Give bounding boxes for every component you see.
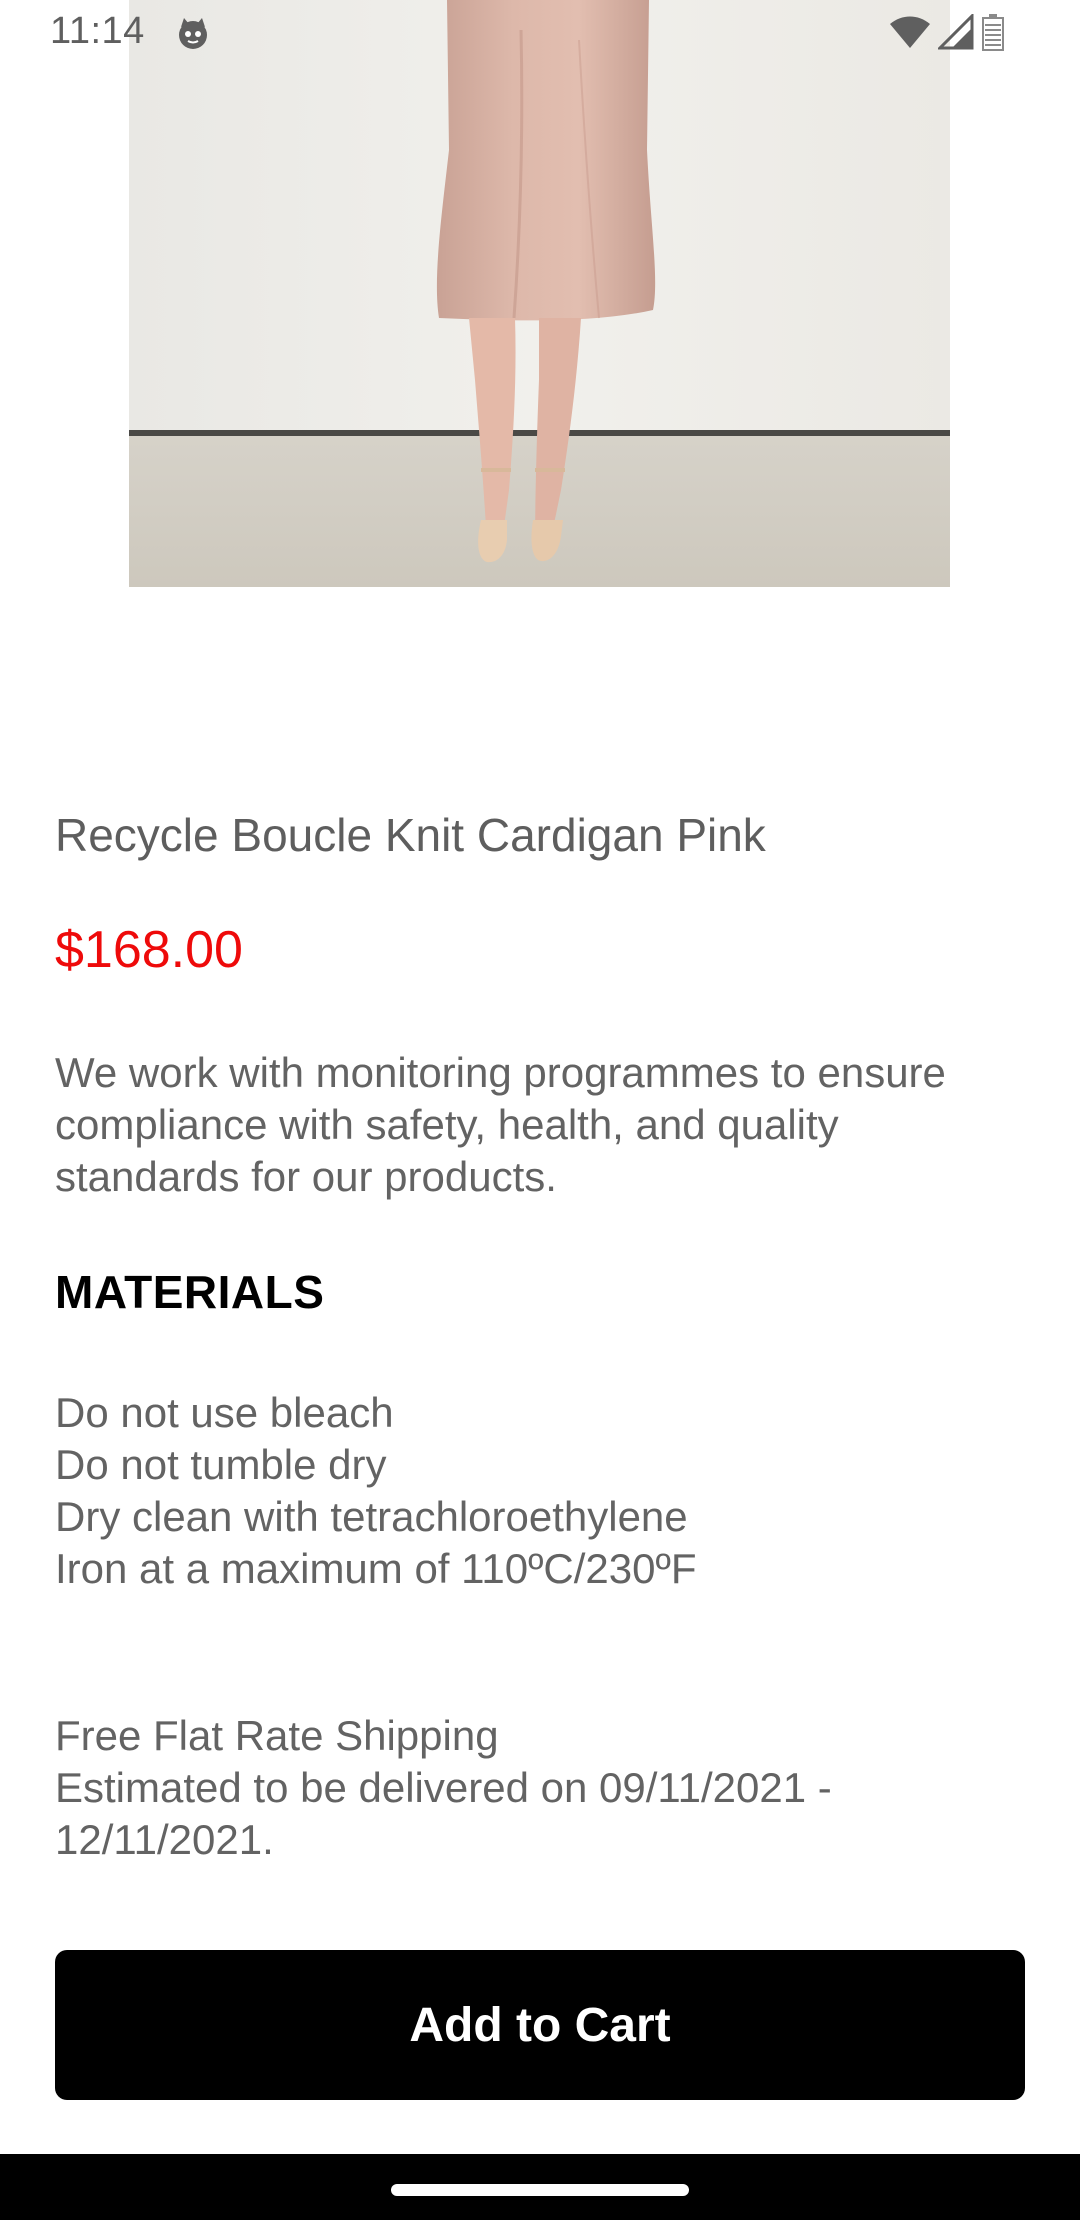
product-detail-screen: 11:14 Recycle Boucle Knit Cardigan Pink … xyxy=(0,0,1080,2220)
cat-face-icon xyxy=(174,15,212,53)
status-icons xyxy=(888,11,1006,56)
shipping-info: Free Flat Rate Shipping Estimated to be … xyxy=(55,1710,1015,1866)
product-image xyxy=(129,0,950,587)
home-gesture-handle[interactable] xyxy=(391,2184,689,2196)
care-instruction-item: Do not use bleach xyxy=(55,1389,394,1436)
battery-icon xyxy=(980,13,1006,56)
care-instructions-list: Do not use bleach Do not tumble dry Dry … xyxy=(55,1387,697,1595)
product-price: $168.00 xyxy=(55,921,243,979)
materials-heading: MATERIALS xyxy=(55,1266,325,1318)
add-to-cart-button[interactable]: Add to Cart xyxy=(55,1950,1025,2100)
care-instruction-item: Do not tumble dry xyxy=(55,1441,387,1488)
status-bar: 11:14 xyxy=(0,0,1080,66)
wifi-icon xyxy=(888,14,932,55)
shipping-method: Free Flat Rate Shipping xyxy=(55,1712,499,1759)
system-navigation-bar xyxy=(0,2154,1080,2220)
care-instruction-item: Dry clean with tetrachloroethylene xyxy=(55,1493,688,1540)
care-instruction-item: Iron at a maximum of 110ºC/230ºF xyxy=(55,1545,697,1592)
product-description: We work with monitoring programmes to en… xyxy=(55,1049,946,1200)
delivery-estimate: Estimated to be delivered on 09/11/2021 … xyxy=(55,1764,832,1863)
status-time: 11:14 xyxy=(50,10,145,52)
product-title: Recycle Boucle Knit Cardigan Pink xyxy=(55,809,766,861)
cell-signal-icon xyxy=(936,11,974,55)
